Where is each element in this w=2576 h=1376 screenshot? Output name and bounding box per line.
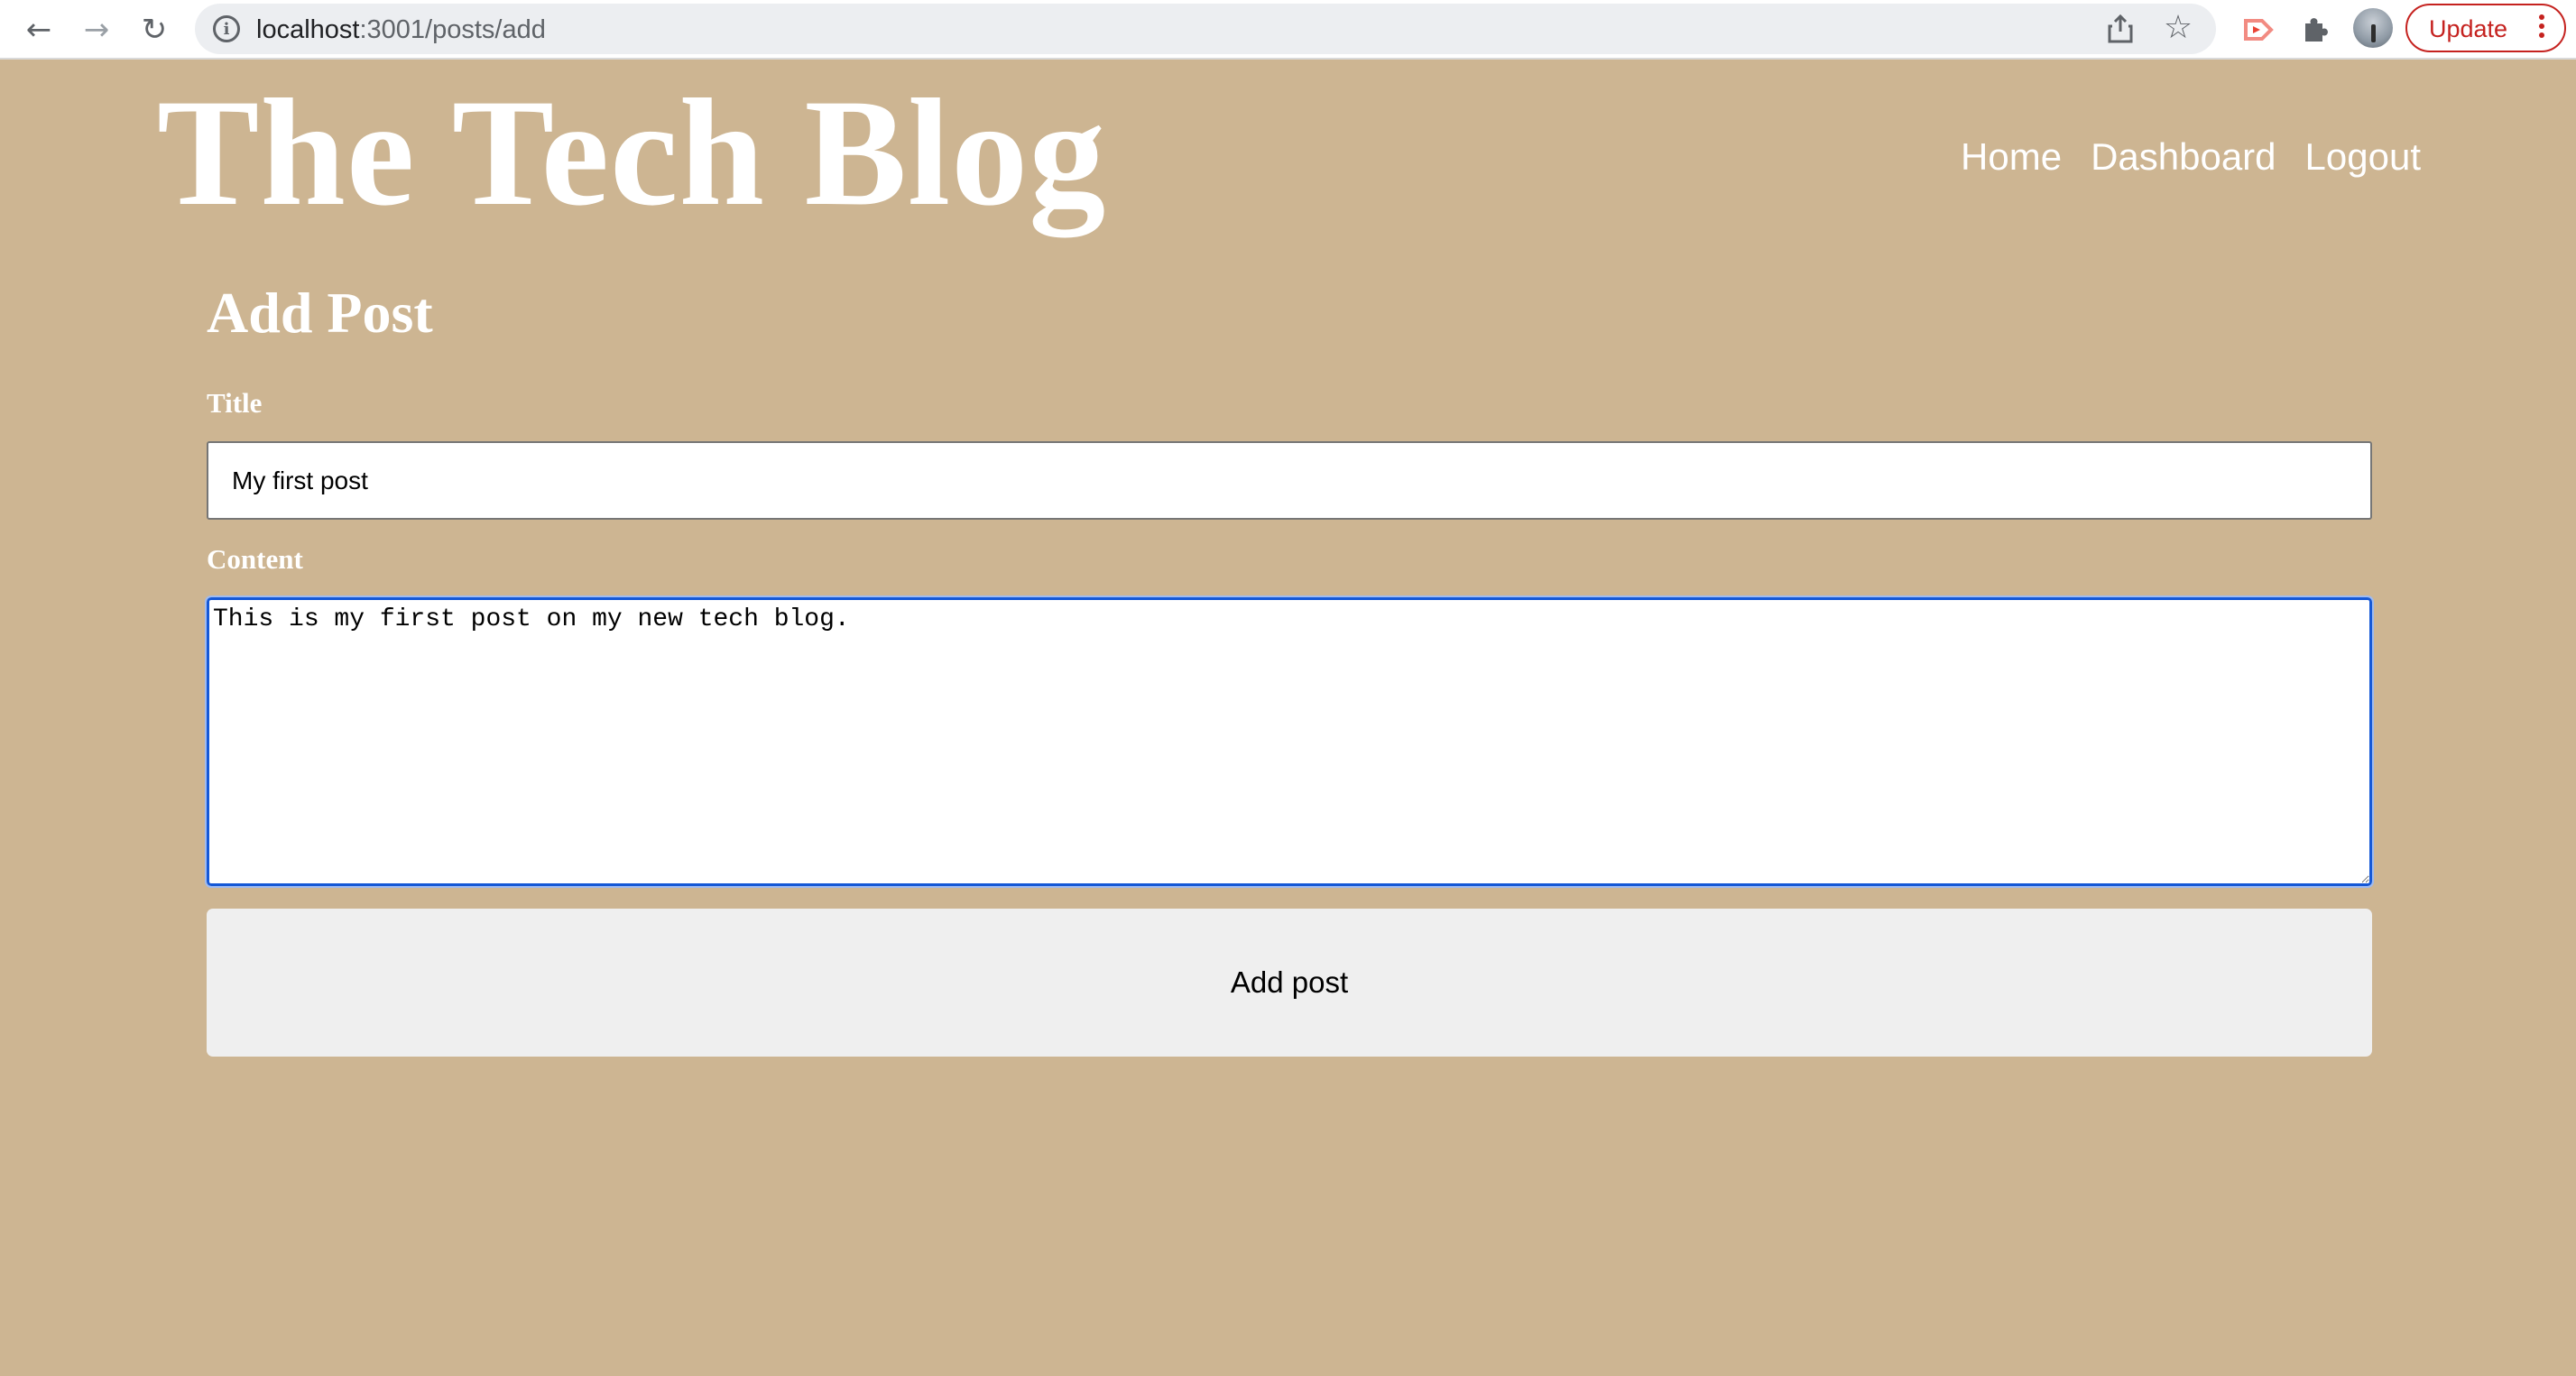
extensions-puzzle-icon[interactable] <box>2296 11 2334 49</box>
address-bar[interactable]: i localhost:3001/posts/add ☆ <box>195 4 2216 54</box>
page-title: Add Post <box>207 281 433 345</box>
site-info-icon[interactable]: i <box>213 15 240 42</box>
profile-avatar[interactable] <box>2353 8 2393 48</box>
nav-link-logout[interactable]: Logout <box>2305 135 2421 179</box>
title-label: Title <box>207 387 263 419</box>
site-nav: Home Dashboard Logout <box>1961 135 2421 179</box>
nav-link-home[interactable]: Home <box>1961 135 2062 179</box>
browser-toolbar: ← → ↻ i localhost:3001/posts/add ☆ Updat… <box>0 0 2576 60</box>
site-title: The Tech Blog <box>157 68 1107 237</box>
forward-arrow-icon[interactable]: → <box>76 9 117 51</box>
bookmark-star-icon[interactable]: ☆ <box>2160 9 2196 46</box>
back-arrow-icon[interactable]: ← <box>18 9 60 51</box>
nav-link-dashboard[interactable]: Dashboard <box>2091 135 2276 179</box>
extension-icon[interactable] <box>2239 11 2277 49</box>
share-icon[interactable] <box>2102 11 2138 47</box>
update-button[interactable]: Update <box>2405 4 2566 52</box>
reload-icon[interactable]: ↻ <box>134 9 175 51</box>
update-button-label: Update <box>2429 15 2508 42</box>
title-input[interactable] <box>207 441 2372 520</box>
content-textarea[interactable]: This is my first post on my new tech blo… <box>205 596 2374 888</box>
url-text[interactable]: localhost:3001/posts/add <box>256 15 546 45</box>
content-label: Content <box>207 543 303 575</box>
add-post-button[interactable]: Add post <box>207 909 2372 1057</box>
more-menu-icon[interactable] <box>2539 14 2544 38</box>
